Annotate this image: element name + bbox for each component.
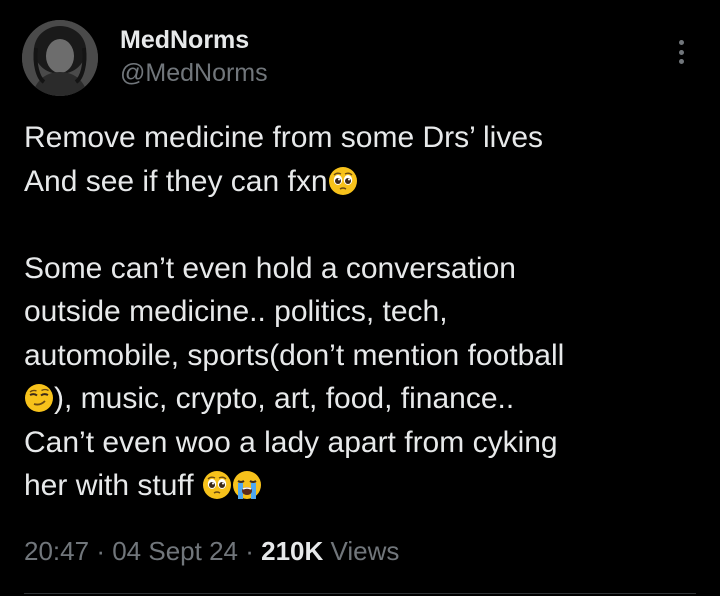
tweet-line-text: Remove medicine from some Drs’ lives bbox=[24, 121, 544, 154]
tweet-line-text: Can’t even woo a lady apart from cyking bbox=[24, 425, 558, 459]
tweet-line: outside medicine.. politics, tech, bbox=[24, 290, 704, 334]
views-count[interactable]: 210K bbox=[261, 536, 323, 566]
tweet-line-text: her with stuff bbox=[24, 469, 194, 502]
pleading-face-icon bbox=[328, 166, 358, 196]
tweet-line-text: ), music, crypto, art, food, finance.. bbox=[54, 382, 515, 415]
loudly-crying-face-icon bbox=[232, 470, 262, 500]
tweet-line: ), music, crypto, art, food, finance.. bbox=[24, 377, 704, 421]
author-handle[interactable]: @MedNorms bbox=[120, 59, 268, 88]
tweet-line: automobile, sports(don’t mention footbal… bbox=[24, 334, 704, 378]
pleading-face-icon bbox=[202, 470, 232, 500]
avatar[interactable] bbox=[22, 20, 98, 96]
tweet-header: MedNorms @MedNorms bbox=[22, 20, 702, 98]
tweet-line-text: outside medicine.. politics, tech, bbox=[24, 295, 448, 328]
tweet-time[interactable]: 20:47 bbox=[24, 536, 89, 566]
tweet-date[interactable]: 04 Sept 24 bbox=[112, 536, 238, 566]
tweet-line: Some can’t even hold a conversation bbox=[24, 247, 704, 291]
tweet-line: Can’t even woo a lady apart from cyking bbox=[24, 421, 704, 465]
meta-separator: · bbox=[245, 536, 254, 566]
meta-separator: · bbox=[96, 536, 105, 566]
tweet-line: her with stuff bbox=[24, 464, 704, 508]
views-label: Views bbox=[330, 536, 400, 566]
tweet-line: Remove medicine from some Drs’ lives bbox=[24, 116, 704, 160]
tweet-line-text: Some can’t even hold a conversation bbox=[24, 251, 516, 285]
divider bbox=[24, 593, 696, 594]
author-display-name[interactable]: MedNorms bbox=[120, 26, 249, 55]
tweet-line-text: automobile, sports(don’t mention footbal… bbox=[24, 338, 565, 372]
tweet-meta: 20:47 · 04 Sept 24 · 210K Views bbox=[24, 536, 399, 567]
tweet-text: Remove medicine from some Drs’ lives And… bbox=[24, 116, 704, 508]
tweet-line-text: And see if they can fxn bbox=[24, 164, 328, 198]
smirking-face-icon bbox=[24, 383, 54, 413]
tweet-line: And see if they can fxn bbox=[24, 160, 704, 204]
more-options-icon[interactable] bbox=[676, 40, 686, 64]
